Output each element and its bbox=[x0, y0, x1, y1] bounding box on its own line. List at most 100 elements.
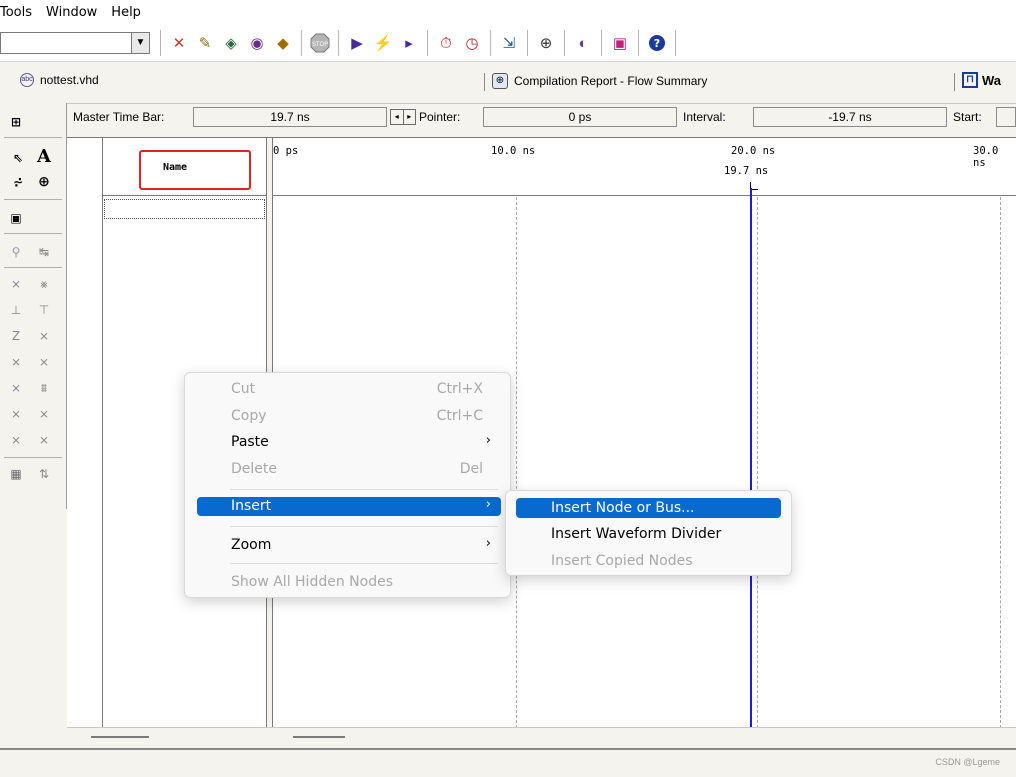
random-values-icon[interactable]: ⨯ bbox=[34, 431, 54, 449]
clock-value-icon[interactable]: ⨯ bbox=[6, 405, 26, 423]
overwrite-clock-icon[interactable]: ⨯ bbox=[34, 405, 54, 423]
vhdl-file-icon: abc bbox=[20, 73, 34, 87]
toolbar-separator bbox=[160, 30, 161, 56]
timer-icon[interactable]: ⏱ bbox=[435, 32, 457, 54]
name-pane-scrollbar[interactable] bbox=[91, 736, 149, 738]
svg-text:?: ? bbox=[654, 37, 660, 50]
menu-item-insert-node-or-bus[interactable]: Insert Node or Bus... bbox=[516, 498, 781, 518]
waveform-tool-icon[interactable]: ⩫ bbox=[8, 173, 28, 191]
node-selection-row[interactable] bbox=[104, 199, 265, 219]
forcing-high-icon[interactable]: ⊤ bbox=[34, 301, 54, 319]
master-time-bar-line[interactable] bbox=[750, 188, 752, 728]
menu-item-cut[interactable]: Cut Ctrl+X bbox=[197, 378, 501, 400]
master-time-bar-field[interactable]: 19.7 ns bbox=[193, 107, 387, 127]
menu-separator bbox=[230, 563, 498, 564]
chevron-right-icon: › bbox=[485, 497, 491, 512]
menu-help[interactable]: Help bbox=[111, 5, 141, 20]
high-impedance-icon[interactable]: Z bbox=[6, 327, 26, 345]
status-bar: CSDN @Lgeme bbox=[0, 748, 1016, 777]
ruler-label-30ns: 30.0 ns bbox=[973, 145, 999, 169]
uninitialized-icon[interactable]: ⨯ bbox=[6, 275, 26, 293]
menu-item-copy[interactable]: Copy Ctrl+C bbox=[197, 405, 501, 427]
count-value-icon[interactable]: ⩩ bbox=[34, 379, 54, 397]
waveform-pane-scrollbar[interactable] bbox=[293, 736, 345, 738]
timing-analyzer-icon[interactable]: ⚡ bbox=[372, 32, 394, 54]
insert-submenu: Insert Node or Bus... Insert Waveform Di… bbox=[505, 490, 792, 576]
compile-icon[interactable]: ✕ bbox=[168, 32, 190, 54]
toolbar-separator bbox=[527, 30, 528, 56]
simulator-icon[interactable]: ▸ bbox=[398, 32, 420, 54]
pointer-field: 0 ps bbox=[483, 107, 677, 127]
tab-file-label: nottest.vhd bbox=[40, 73, 99, 87]
interval-field: -19.7 ns bbox=[753, 107, 947, 127]
menu-item-delete[interactable]: Delete Del bbox=[197, 458, 501, 480]
tab-compilation-report[interactable]: ⊕ Compilation Report - Flow Summary bbox=[492, 73, 707, 89]
text-tool-icon[interactable]: A bbox=[34, 146, 54, 167]
time-bar: Master Time Bar: 19.7 ns ◂ ▸ Pointer: 0 … bbox=[67, 103, 1016, 131]
palette-separator bbox=[4, 137, 62, 138]
name-annotation-box bbox=[139, 150, 251, 190]
shortcut-label: Del bbox=[459, 461, 483, 477]
toolbar-separator bbox=[338, 30, 339, 56]
start-label: Start: bbox=[953, 110, 982, 124]
tab-waveform[interactable]: ⊓ Wa bbox=[962, 72, 1001, 88]
toolbar-separator bbox=[675, 30, 676, 56]
report-icon: ⊕ bbox=[492, 73, 508, 89]
menu-item-show-all-hidden-nodes[interactable]: Show All Hidden Nodes bbox=[197, 571, 501, 593]
synthesis-icon[interactable]: ◉ bbox=[246, 32, 268, 54]
weak-high-icon[interactable]: ⨯ bbox=[34, 353, 54, 371]
svg-text:STOP: STOP bbox=[312, 41, 328, 48]
arrow-right-icon[interactable]: ▸ bbox=[404, 110, 416, 124]
stop-icon[interactable]: STOP bbox=[309, 32, 331, 54]
dont-care-icon[interactable]: ⨳ bbox=[34, 275, 54, 293]
programmer-icon[interactable]: ▣ bbox=[609, 32, 631, 54]
master-time-bar-nav[interactable]: ◂ ▸ bbox=[390, 109, 416, 125]
analysis-icon[interactable]: ◈ bbox=[220, 32, 242, 54]
rtl-viewer-icon[interactable]: ⇲ bbox=[498, 32, 520, 54]
chip-planner-icon[interactable]: ◐ bbox=[572, 32, 594, 54]
zoom-tool-icon[interactable]: ⊕ bbox=[34, 173, 54, 191]
find-icon[interactable]: ⚲ bbox=[6, 243, 26, 261]
start-field[interactable] bbox=[996, 107, 1016, 127]
forcing-low-icon[interactable]: ⊥ bbox=[6, 301, 26, 319]
invert-icon[interactable]: ⨯ bbox=[6, 379, 26, 397]
waveform-editing-tool-icon[interactable]: ⊞ bbox=[6, 113, 26, 131]
horizontal-scroll-area bbox=[67, 727, 1016, 747]
project-combo[interactable]: ▼ bbox=[0, 32, 150, 54]
clock-icon[interactable]: ◷ bbox=[461, 32, 483, 54]
toolbar-separator bbox=[427, 30, 428, 56]
weak-low-icon[interactable]: ⨯ bbox=[6, 353, 26, 371]
menu-item-insert[interactable]: Insert › bbox=[197, 497, 501, 516]
fitter-icon[interactable]: ◆ bbox=[272, 32, 294, 54]
tab-nottest-vhd[interactable]: abc nottest.vhd bbox=[20, 73, 99, 87]
menu-window[interactable]: Window bbox=[46, 5, 97, 20]
menu-item-paste[interactable]: Paste › bbox=[197, 431, 501, 453]
sort-icon[interactable]: ⇅ bbox=[34, 465, 54, 483]
combo-dropdown-icon[interactable]: ▼ bbox=[131, 33, 149, 53]
menu-tools[interactable]: Tools bbox=[0, 5, 32, 20]
ruler-label-10ns: 10.0 ns bbox=[491, 145, 536, 157]
menu-item-insert-copied-nodes[interactable]: Insert Copied Nodes bbox=[516, 551, 781, 571]
toolbar-separator bbox=[490, 30, 491, 56]
help-icon[interactable]: ? bbox=[646, 32, 668, 54]
report-icon[interactable]: ⊕ bbox=[535, 32, 557, 54]
palette-separator bbox=[4, 199, 62, 200]
replace-icon[interactable]: ↹ bbox=[34, 243, 54, 261]
arbitrary-value-icon[interactable]: ⨯ bbox=[6, 431, 26, 449]
menu-item-insert-waveform-divider[interactable]: Insert Waveform Divider bbox=[516, 524, 781, 544]
toolbar-separator bbox=[301, 30, 302, 56]
gridline bbox=[757, 197, 758, 728]
toolbar-separator bbox=[638, 30, 639, 56]
weak-unknown-icon[interactable]: ⨯ bbox=[34, 327, 54, 345]
snap-to-grid-icon[interactable]: ▦ bbox=[6, 465, 26, 483]
pen-icon[interactable]: ✎ bbox=[194, 32, 216, 54]
start-icon[interactable]: ▶ bbox=[346, 32, 368, 54]
arrow-left-icon[interactable]: ◂ bbox=[391, 110, 404, 124]
palette-separator bbox=[4, 457, 62, 458]
full-screen-icon[interactable]: ▣ bbox=[6, 209, 26, 227]
palette-separator bbox=[4, 267, 62, 268]
toolbar: ▼ ✕ ✎ ◈ ◉ ◆ STOP ▶ ⚡ ▸ ⏱ ◷ ⇲ ⊕ ◐ ▣ ? bbox=[0, 24, 1016, 62]
selection-tool-icon[interactable]: ⇖ bbox=[8, 149, 28, 167]
menu-bar: Tools Window Help bbox=[0, 0, 1016, 24]
menu-item-zoom[interactable]: Zoom › bbox=[197, 534, 501, 556]
